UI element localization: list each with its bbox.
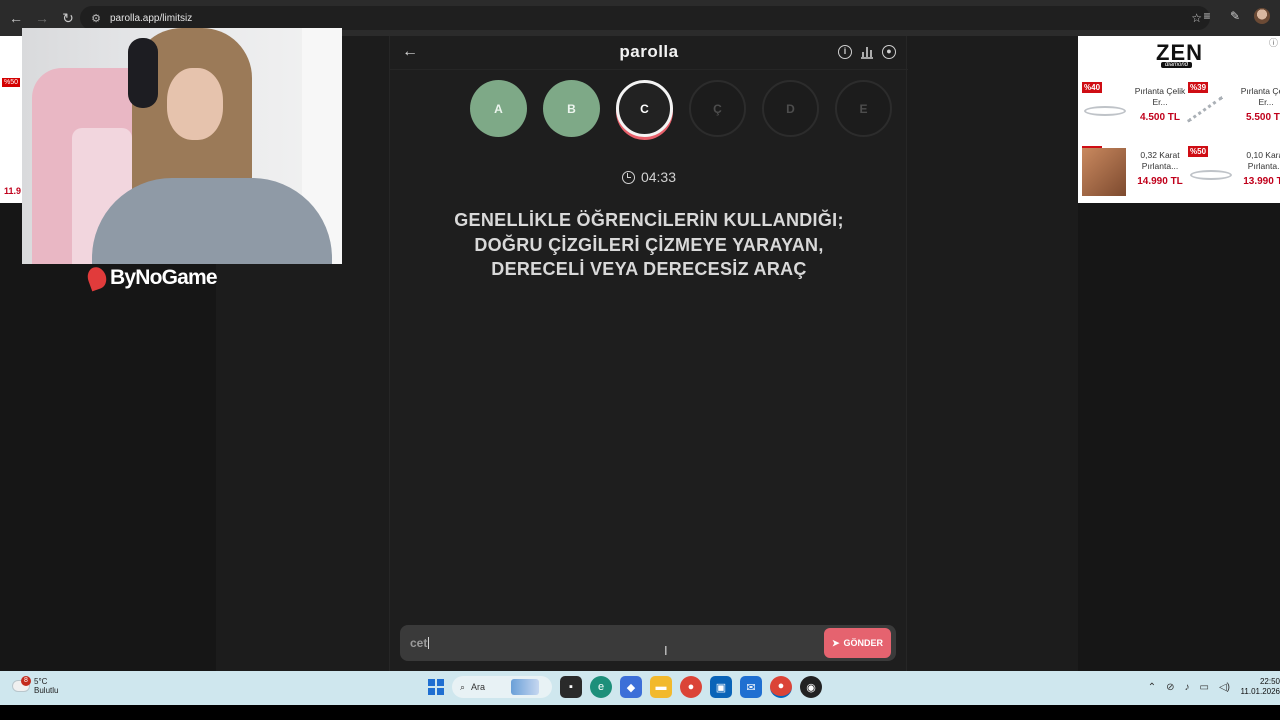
search-highlight-art [511, 679, 540, 695]
product-name: Pırlanta Çelik Er... [1240, 86, 1280, 107]
webcam-overlay [22, 28, 342, 264]
bynogame-logo: ByNoGame [84, 264, 218, 292]
microsoft-store-icon[interactable]: ▣ [710, 676, 732, 698]
left-advertisement[interactable]: %50 11.9 [0, 36, 22, 203]
network-icon[interactable]: ⊘ [1166, 682, 1174, 693]
ad-product-card[interactable]: %500,32 Karat Pırlanta...14.990 TL [1078, 140, 1183, 200]
profile-avatar[interactable] [1254, 8, 1270, 24]
clock-icon [621, 171, 635, 184]
volume-icon[interactable]: ◁) [1219, 682, 1230, 693]
question-text: GENELLİKLE ÖĞRENCİLERİN KULLANDIĞI; DOĞR… [454, 210, 844, 279]
app-header: ← parolla i ● [390, 36, 908, 70]
taskbar-apps: ⌕ Ara ▪ e ◆ ▬ ● ▣ ✉ ● ◉ [428, 676, 822, 698]
search-icon: ⌕ [460, 681, 466, 692]
product-name: 0,32 Karat Pırlanta... [1140, 150, 1180, 171]
ad-product-card[interactable]: %39 Pırlanta Çelik Er... 5.500 TL [1184, 76, 1280, 140]
forward-icon[interactable]: → [30, 6, 54, 30]
discount-badge: %39 [1188, 82, 1209, 93]
product-image [1186, 96, 1236, 140]
letter-circle-2: C [616, 80, 673, 137]
right-advertisement[interactable]: ⓘ ZEN diamond %40 Pırlanta Çelik Er... 4.5… [1078, 36, 1280, 203]
address-bar[interactable]: ⚙ parolla.app/limitsiz ☆ [80, 6, 1210, 30]
cloud-icon: 8 [12, 676, 31, 692]
letter-circle-1: B [543, 80, 600, 137]
store-icon[interactable]: ◆ [620, 676, 642, 698]
streamer-shirt [92, 178, 332, 264]
timer-value: 04:33 [640, 169, 677, 185]
product-price: 5.500 TL [1245, 112, 1280, 123]
clock-date: 11.01.2026 [1240, 687, 1280, 696]
product-image [1084, 106, 1126, 116]
ad-product-card[interactable]: %40 Pırlanta Çelik Er... 4.500 TL [1078, 76, 1185, 136]
letter-circle-0: A [470, 80, 527, 137]
letter-circle-5: E [835, 80, 892, 137]
weather-widget[interactable]: 8 5°C Bulutlu [12, 676, 59, 695]
streamer-face [167, 68, 223, 140]
discount-badge: %40 [1082, 82, 1103, 93]
ad-price: 11.9 [4, 186, 22, 196]
clock-time: 22:50 [1259, 677, 1280, 686]
header-icons: i ● [838, 45, 896, 59]
taskbar-search[interactable]: ⌕ Ara [452, 676, 552, 698]
brand-text: ByNoGame [110, 266, 218, 289]
discount-badge: %50 [1188, 146, 1209, 157]
chrome-icon[interactable]: ● [680, 676, 702, 698]
product-price: 4.500 TL [1139, 112, 1181, 123]
send-icon: ➤ [831, 637, 840, 648]
product-name: 0,10 Karat Pırlanta... [1246, 150, 1280, 171]
back-icon[interactable]: ← [4, 6, 28, 30]
user-icon[interactable]: ● [882, 45, 896, 59]
send-button[interactable]: ➤ GÖNDER [824, 628, 891, 658]
temperature: 5°C [34, 677, 48, 686]
zen-logo-sub: diamond [1161, 62, 1193, 68]
letter-progress: ABCÇDE [470, 80, 892, 137]
weather-description: Bulutlu [34, 686, 59, 695]
app-title: parolla [619, 42, 679, 61]
info-icon[interactable]: i [838, 45, 852, 59]
product-price: 14.990 TL [1137, 176, 1183, 187]
stats-icon[interactable] [860, 45, 874, 59]
browser-actions: ≡ ✎ [1198, 8, 1270, 24]
discount-badge: %50 [2, 78, 21, 87]
mouse-cursor-icon: I [664, 643, 668, 658]
text-caret [428, 637, 430, 649]
ad-product-card[interactable]: %50 0,10 Karat Pırlanta... 13.990 TL [1184, 140, 1280, 200]
reload-icon[interactable]: ↻ [56, 6, 80, 30]
answer-value[interactable]: cet [410, 636, 430, 650]
system-clock[interactable]: 22:50 11.01.2026 [1240, 677, 1280, 697]
headset [128, 38, 158, 108]
screen: ← → ↻ ⚙ parolla.app/limitsiz ☆ ≡ ✎ ← par… [0, 0, 1280, 720]
screen-bottom-edge [0, 705, 1280, 720]
answer-input[interactable]: cet ➤ GÖNDER [400, 625, 896, 661]
weather-badge: 8 [21, 676, 31, 686]
chrome-active-icon[interactable]: ● [770, 676, 792, 698]
system-tray: ⌃ ⊘ ♪ ▭ ◁) 22:50 11.01.2026 [1148, 677, 1280, 697]
product-image [1082, 148, 1126, 196]
outlook-icon[interactable]: ✉ [740, 676, 762, 698]
parolla-app: ← parolla i ● ABCÇDE 04:33 GENELLİKLE ÖĞ… [389, 36, 908, 671]
product-price: 13.990 TL [1243, 176, 1280, 187]
file-explorer-icon[interactable]: ▬ [650, 676, 672, 698]
reading-list-icon[interactable]: ≡ [1198, 9, 1216, 23]
letter-circle-3: Ç [689, 80, 746, 137]
product-name: Pırlanta Çelik Er... [1134, 86, 1186, 107]
microphone-icon[interactable]: ♪ [1185, 682, 1190, 693]
terminal-icon[interactable]: ▪ [560, 676, 582, 698]
url-text: parolla.app/limitsiz [110, 12, 193, 24]
timer: 04:33 [390, 169, 908, 185]
letter-circle-4: D [762, 80, 819, 137]
obs-icon[interactable]: ◉ [800, 676, 822, 698]
edge-icon[interactable]: e [590, 676, 612, 698]
bynogame-mark-icon [84, 264, 110, 292]
windows-start-icon[interactable] [428, 679, 444, 695]
display-icon[interactable]: ▭ [1200, 682, 1209, 693]
site-info-icon[interactable]: ⚙ [86, 12, 106, 25]
extension-icon[interactable]: ✎ [1226, 9, 1244, 23]
ad-info-icon[interactable]: ⓘ [1269, 36, 1278, 49]
send-label: GÖNDER [843, 638, 884, 648]
product-image [1190, 170, 1232, 180]
windows-taskbar: 8 5°C Bulutlu ⌕ Ara ▪ e ◆ ▬ ● ▣ ✉ ● ◉ ⌃ … [0, 671, 1280, 705]
chevron-up-icon[interactable]: ⌃ [1148, 682, 1156, 693]
